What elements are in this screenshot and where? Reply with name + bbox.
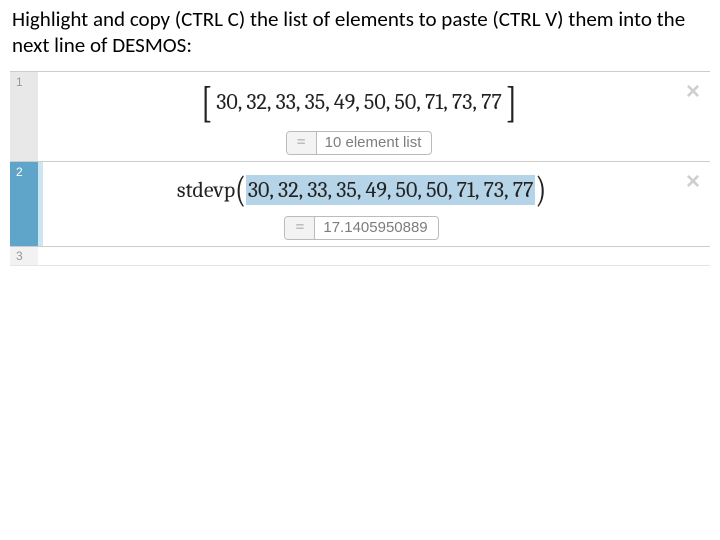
row-number-3: 3 (10, 247, 38, 265)
open-bracket-icon: [ (197, 77, 216, 127)
stdev-expression[interactable]: stdevp( 30, 32, 33, 35, 49, 50, 50, 71, … (53, 170, 670, 212)
result-bar-2: = 17.1405950889 (53, 216, 670, 240)
desmos-list: 1 × [ 30, 32, 33, 35, 49, 50, 50, 71, 73… (10, 71, 710, 266)
list-expression[interactable]: [ 30, 32, 33, 35, 49, 50, 50, 71, 73, 77… (48, 80, 670, 127)
row-number-1: 1 (10, 72, 38, 161)
expression-row-2[interactable]: 2 × stdevp( 30, 32, 33, 35, 49, 50, 50, … (10, 162, 710, 247)
result-bar-1: = 10 element list (48, 131, 670, 155)
result-pill-2[interactable]: = 17.1405950889 (284, 216, 438, 240)
close-icon[interactable]: × (686, 80, 700, 104)
result-pill-1[interactable]: = 10 element list (286, 131, 433, 155)
result-text-1: 10 element list (317, 132, 432, 154)
instruction-text: Highlight and copy (CTRL C) the list of … (0, 0, 720, 63)
equals-icon: = (285, 217, 315, 239)
list-values[interactable]: 30, 32, 33, 35, 49, 50, 50, 71, 73, 77 (216, 89, 502, 115)
highlighted-values[interactable]: 30, 32, 33, 35, 49, 50, 50, 71, 73, 77 (246, 175, 536, 205)
expression-row-1[interactable]: 1 × [ 30, 32, 33, 35, 49, 50, 50, 71, 73… (10, 72, 710, 162)
row-body-1[interactable]: × [ 30, 32, 33, 35, 49, 50, 50, 71, 73, … (38, 72, 710, 161)
equals-icon: = (287, 132, 317, 154)
close-bracket-icon: ] (502, 77, 521, 127)
row-body-2[interactable]: × stdevp( 30, 32, 33, 35, 49, 50, 50, 71… (43, 162, 710, 246)
result-text-2: 17.1405950889 (315, 217, 437, 239)
row-number-2: 2 (10, 162, 38, 246)
open-paren-icon: ( (235, 169, 246, 211)
close-icon[interactable]: × (686, 170, 700, 194)
function-name: stdevp (177, 177, 235, 203)
close-paren-icon: ) (535, 169, 546, 211)
expression-row-3[interactable]: 3 (10, 247, 710, 266)
